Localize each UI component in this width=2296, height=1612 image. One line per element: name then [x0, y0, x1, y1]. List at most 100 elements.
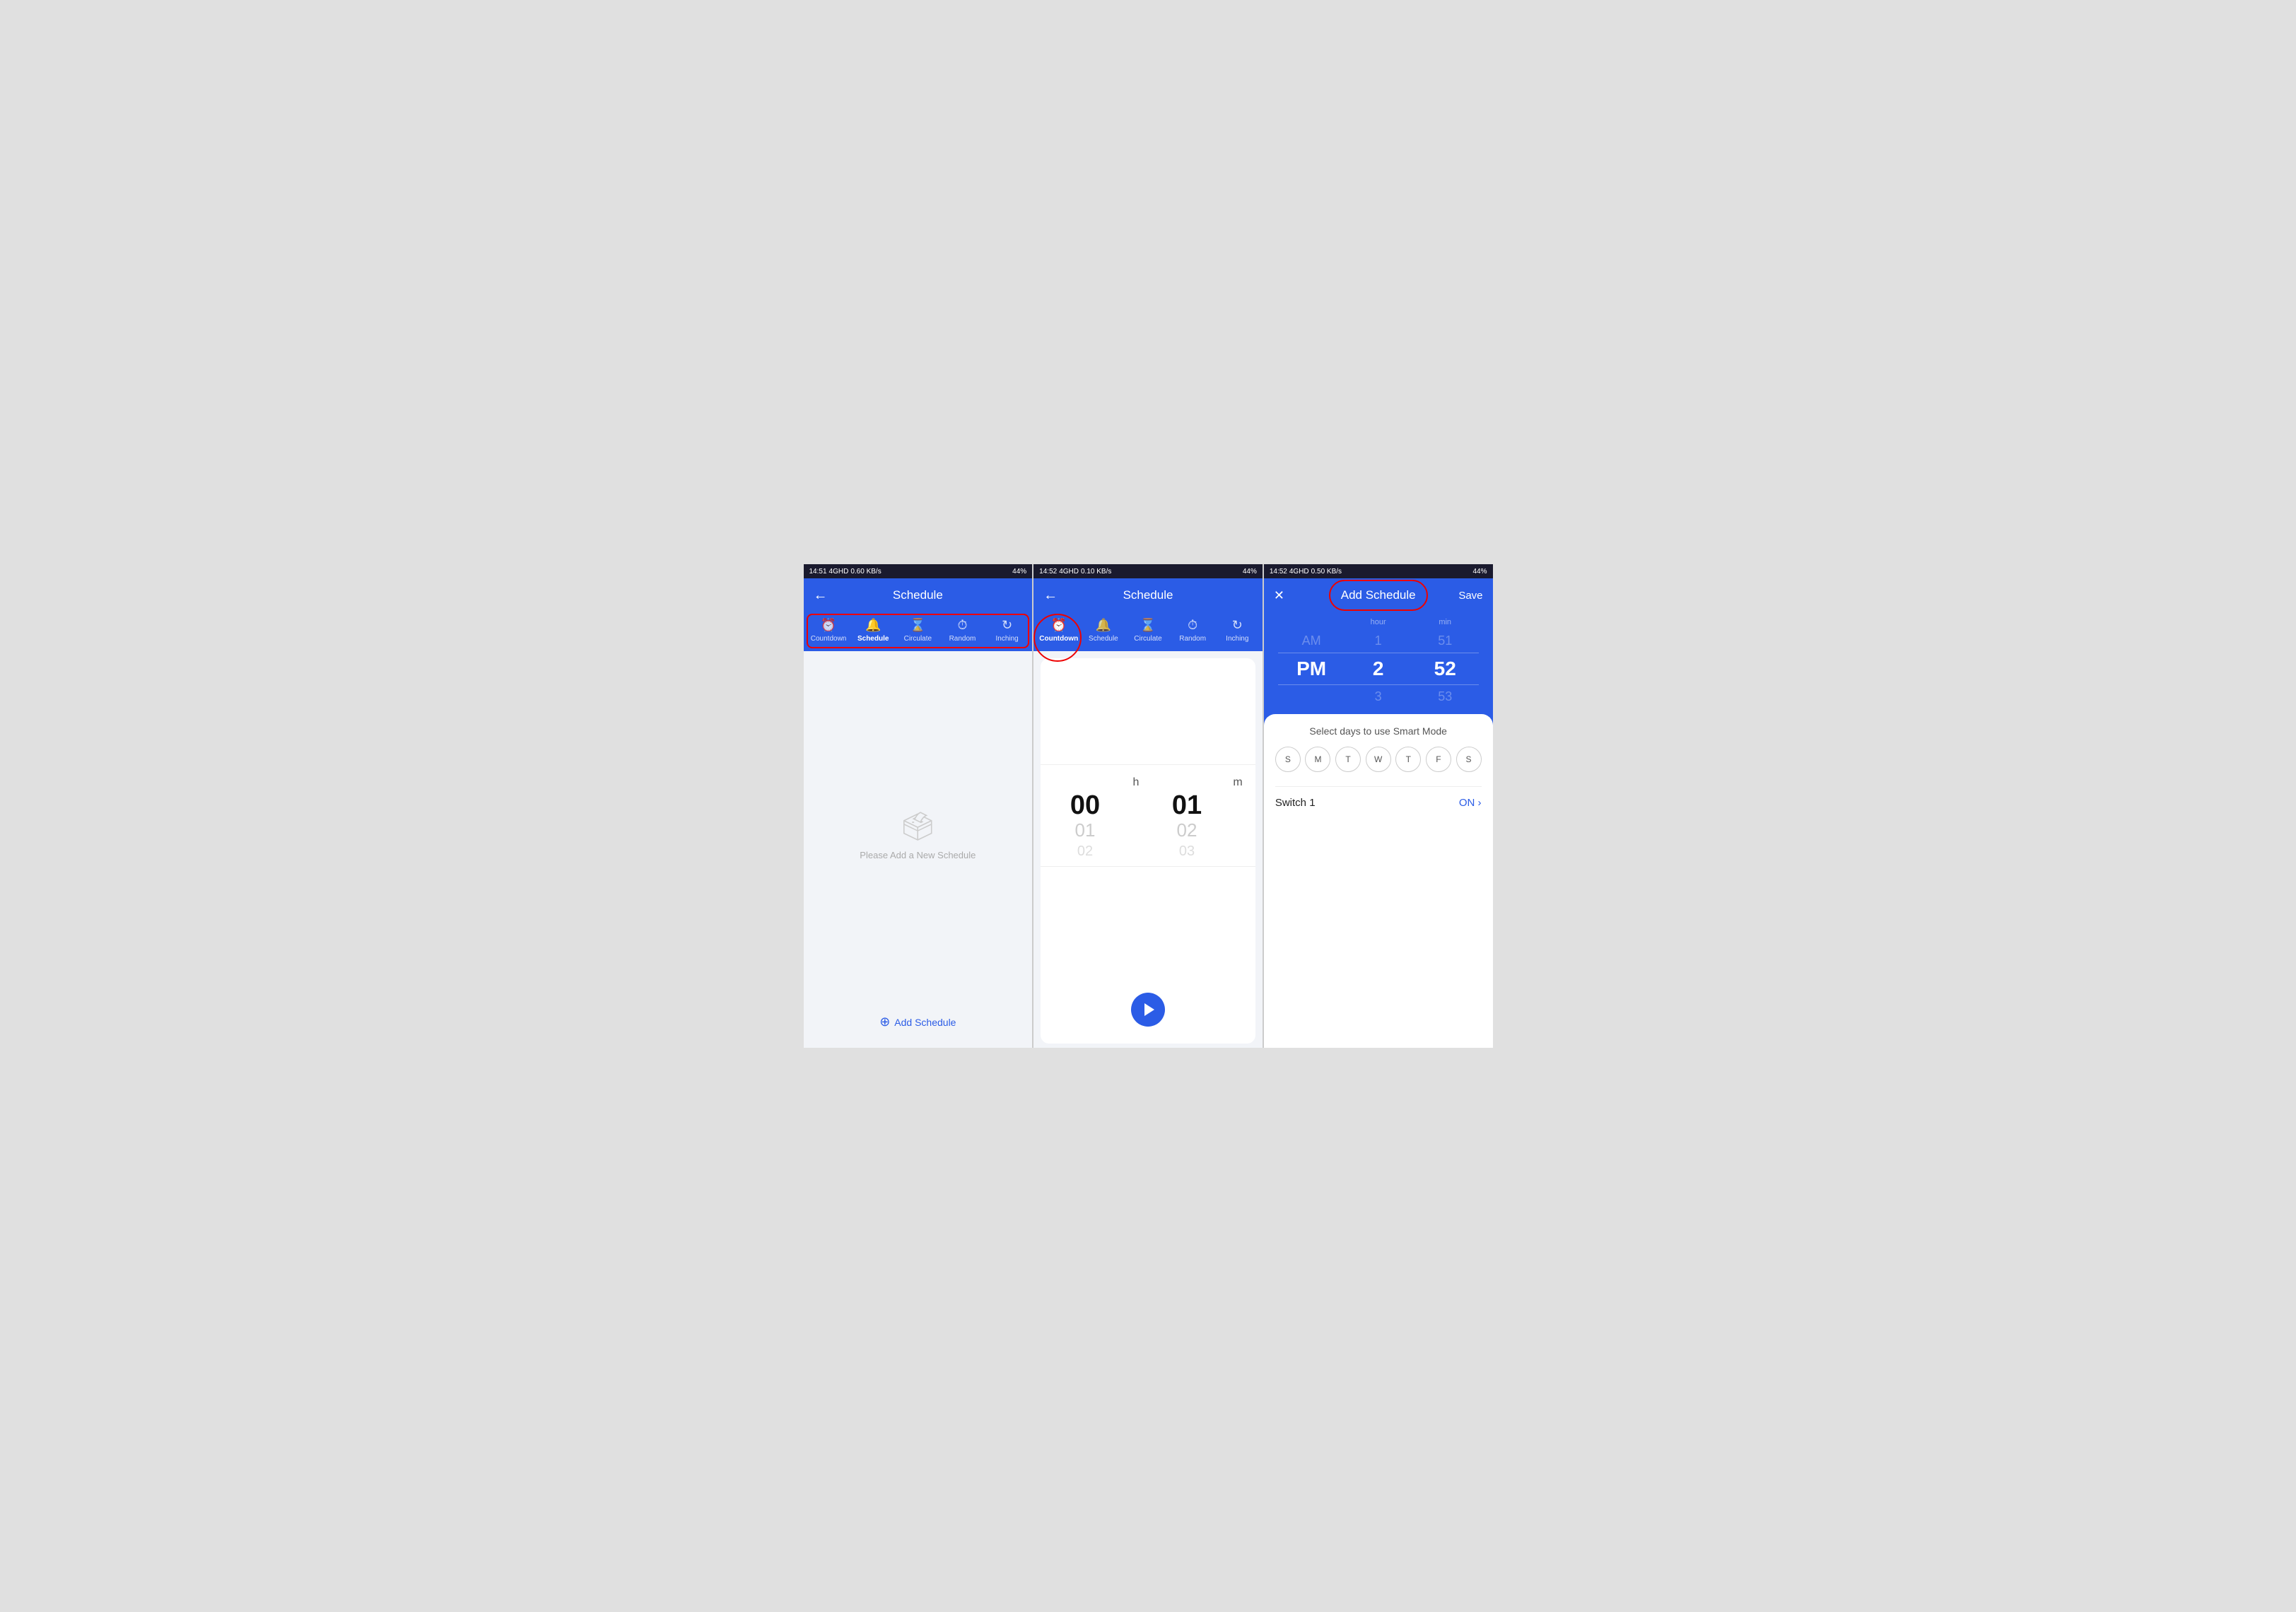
add-schedule-label-1: Add Schedule — [894, 1017, 956, 1028]
schedule-icon-2: 🔔 — [1096, 618, 1111, 633]
network-3: 4GHD — [1289, 568, 1309, 576]
back-button-1[interactable]: ← — [814, 588, 828, 604]
countdown-icon-1: ⏰ — [821, 618, 836, 633]
speed-3: 0.50 KB/s — [1311, 568, 1342, 576]
battery-2: 44% — [1243, 568, 1257, 576]
switch-row: Switch 1 ON › — [1275, 786, 1482, 809]
circulate-label-2: Circulate — [1134, 635, 1161, 643]
min-below: 53 — [1420, 689, 1470, 704]
tab-random-1[interactable]: ⏱ Random — [942, 615, 983, 646]
hours-main: 00 — [1070, 792, 1100, 819]
close-button-3[interactable]: ✕ — [1274, 588, 1284, 603]
network-2: 4GHD — [1059, 568, 1079, 576]
day-buttons: S M T W T F S — [1275, 747, 1482, 772]
random-label-2: Random — [1179, 635, 1206, 643]
min-above: 51 — [1420, 633, 1470, 648]
day-saturday[interactable]: S — [1456, 747, 1482, 772]
header-title-1: Schedule — [893, 588, 943, 602]
switch-value[interactable]: ON › — [1459, 797, 1482, 809]
app-header-1: ← Schedule — [804, 578, 1033, 612]
time-2: 14:52 — [1039, 568, 1057, 576]
inching-icon-2: ↻ — [1232, 618, 1243, 633]
time-scroll-row-above: AM 1 51 — [1264, 629, 1493, 653]
min-main: 52 — [1420, 658, 1470, 680]
circulate-icon-1: ⌛ — [910, 618, 925, 633]
time-scroll-row-main: PM 2 52 — [1264, 653, 1493, 684]
min-col-label: min — [1420, 618, 1470, 626]
status-bar-1: 14:51 4GHD 0.60 KB/s 44% — [804, 564, 1033, 578]
time-picker: 00 01 02 h 01 02 03 m — [1041, 764, 1255, 868]
circulate-icon-2: ⌛ — [1140, 618, 1156, 633]
schedule-label-1: Schedule — [857, 635, 889, 643]
h-label: h — [1128, 771, 1144, 789]
hour-above: 1 — [1354, 633, 1403, 648]
tab-schedule-1[interactable]: 🔔 Schedule — [853, 615, 894, 646]
day-thursday[interactable]: T — [1395, 747, 1421, 772]
tab-bar-wrapper-2: ⏰ Countdown 🔔 Schedule ⌛ Circulate ⏱ Ran… — [1033, 612, 1263, 651]
play-triangle-icon — [1144, 1003, 1154, 1016]
white-card-2: 00 01 02 h 01 02 03 m — [1041, 658, 1255, 1044]
tab-random-2[interactable]: ⏱ Random — [1172, 615, 1214, 646]
day-tuesday[interactable]: T — [1335, 747, 1361, 772]
status-right-2: 44% — [1243, 568, 1257, 576]
tab-inching-2[interactable]: ↻ Inching — [1217, 615, 1258, 646]
hours-below2: 02 — [1077, 842, 1093, 860]
inching-label-1: Inching — [996, 635, 1019, 643]
app-header-3: ✕ Add Schedule Save — [1264, 578, 1493, 612]
add-schedule-button-1[interactable]: ⊕ Add Schedule — [879, 1008, 956, 1036]
status-bar-3: 14:52 4GHD 0.50 KB/s 44% — [1264, 564, 1493, 578]
tab-schedule-2[interactable]: 🔔 Schedule — [1082, 615, 1124, 646]
schedule-label-2: Schedule — [1089, 635, 1118, 643]
empty-text-1: Please Add a New Schedule — [860, 850, 976, 860]
back-button-2[interactable]: ← — [1043, 588, 1058, 604]
screen-3: 14:52 4GHD 0.50 KB/s 44% ✕ Add Schedule … — [1263, 564, 1493, 1048]
smart-mode-title: Select days to use Smart Mode — [1275, 725, 1482, 737]
header-title-3: Add Schedule — [1341, 588, 1416, 602]
time-1: 14:51 — [809, 568, 827, 576]
tab-bar-wrapper-1: ⏰ Countdown 🔔 Schedule ⌛ Circulate ⏱ Ran… — [804, 612, 1033, 651]
day-friday[interactable]: F — [1426, 747, 1451, 772]
countdown-label-1: Countdown — [811, 635, 847, 643]
day-monday[interactable]: M — [1305, 747, 1330, 772]
mins-main: 01 — [1172, 792, 1202, 819]
content-area-1: 🗳 Please Add a New Schedule ⊕ Add Schedu… — [804, 651, 1033, 1048]
day-wednesday[interactable]: W — [1366, 747, 1391, 772]
save-button-3[interactable]: Save — [1458, 590, 1482, 602]
mins-below: 02 — [1177, 819, 1197, 843]
hour-main: 2 — [1354, 658, 1403, 680]
tab-inching-1[interactable]: ↻ Inching — [986, 615, 1028, 646]
day-sunday[interactable]: S — [1275, 747, 1301, 772]
status-left-1: 14:51 4GHD 0.60 KB/s — [809, 568, 882, 576]
time-3: 14:52 — [1270, 568, 1287, 576]
random-label-1: Random — [949, 635, 976, 643]
hour-below: 3 — [1354, 689, 1403, 704]
screen-1: 14:51 4GHD 0.60 KB/s 44% ← Schedule ⏰ Co… — [804, 564, 1033, 1048]
circulate-label-1: Circulate — [904, 635, 932, 643]
white-card-inner-2: 00 01 02 h 01 02 03 m — [1041, 658, 1255, 973]
m-label: m — [1229, 771, 1246, 789]
tab-countdown-2[interactable]: ⏰ Countdown — [1038, 615, 1079, 646]
status-bar-2: 14:52 4GHD 0.10 KB/s 44% — [1033, 564, 1263, 578]
tab-countdown-1[interactable]: ⏰ Countdown — [808, 615, 850, 646]
tab-bar-2: ⏰ Countdown 🔔 Schedule ⌛ Circulate ⏱ Ran… — [1033, 612, 1263, 651]
status-right-3: 44% — [1473, 568, 1487, 576]
smart-mode-card: Select days to use Smart Mode S M T W T … — [1264, 714, 1493, 1048]
status-right-1: 44% — [1012, 568, 1026, 576]
network-1: 4GHD — [829, 568, 849, 576]
empty-icon-1: 🗳 — [900, 810, 936, 843]
switch-label: Switch 1 — [1275, 797, 1316, 809]
random-icon-1: ⏱ — [957, 618, 967, 633]
time-scroll-row-below: 3 53 — [1264, 685, 1493, 708]
screens-container: 14:51 4GHD 0.60 KB/s 44% ← Schedule ⏰ Co… — [804, 564, 1493, 1048]
speed-2: 0.10 KB/s — [1081, 568, 1111, 576]
play-button[interactable] — [1131, 993, 1165, 1027]
hour-col-label: hour — [1354, 618, 1403, 626]
ampm-main: PM — [1287, 658, 1336, 680]
screen2-main: 00 01 02 h 01 02 03 m — [1033, 651, 1263, 1048]
screen-2: 14:52 4GHD 0.10 KB/s 44% ← Schedule ⏰ Co… — [1032, 564, 1263, 1048]
inching-icon-1: ↻ — [1002, 618, 1012, 633]
tab-circulate-1[interactable]: ⌛ Circulate — [897, 615, 939, 646]
tab-circulate-2[interactable]: ⌛ Circulate — [1127, 615, 1168, 646]
time-scroll-labels: hour min — [1264, 618, 1493, 626]
play-btn-wrapper — [1041, 973, 1255, 1044]
